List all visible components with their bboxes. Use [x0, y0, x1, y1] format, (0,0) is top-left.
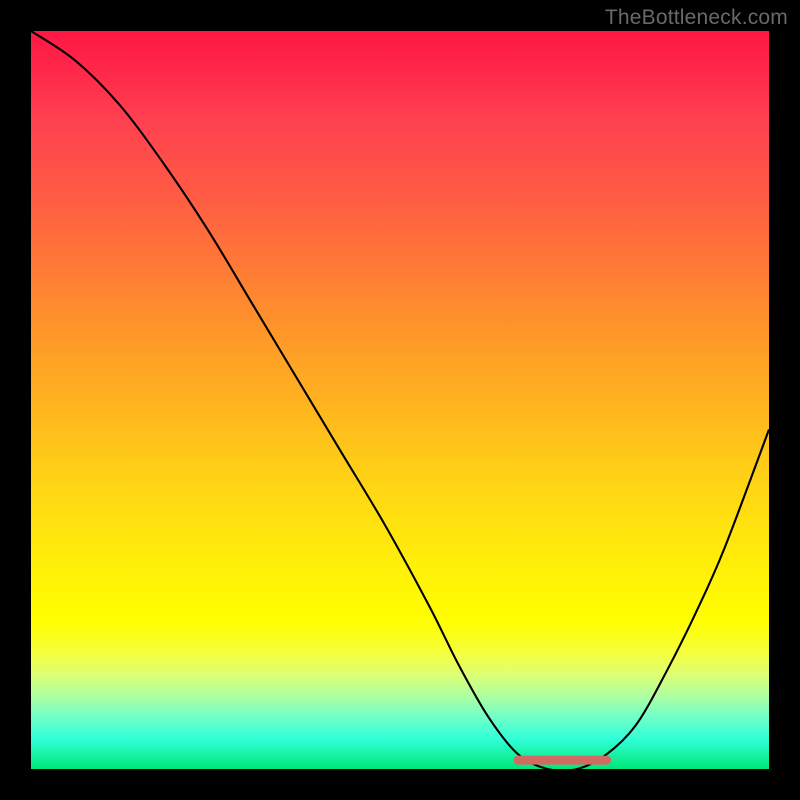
curve-layer — [31, 31, 769, 769]
bottleneck-curve-line — [31, 31, 769, 769]
watermark-text: TheBottleneck.com — [605, 6, 788, 30]
plot-area — [31, 31, 769, 769]
chart-frame: TheBottleneck.com — [0, 0, 800, 800]
